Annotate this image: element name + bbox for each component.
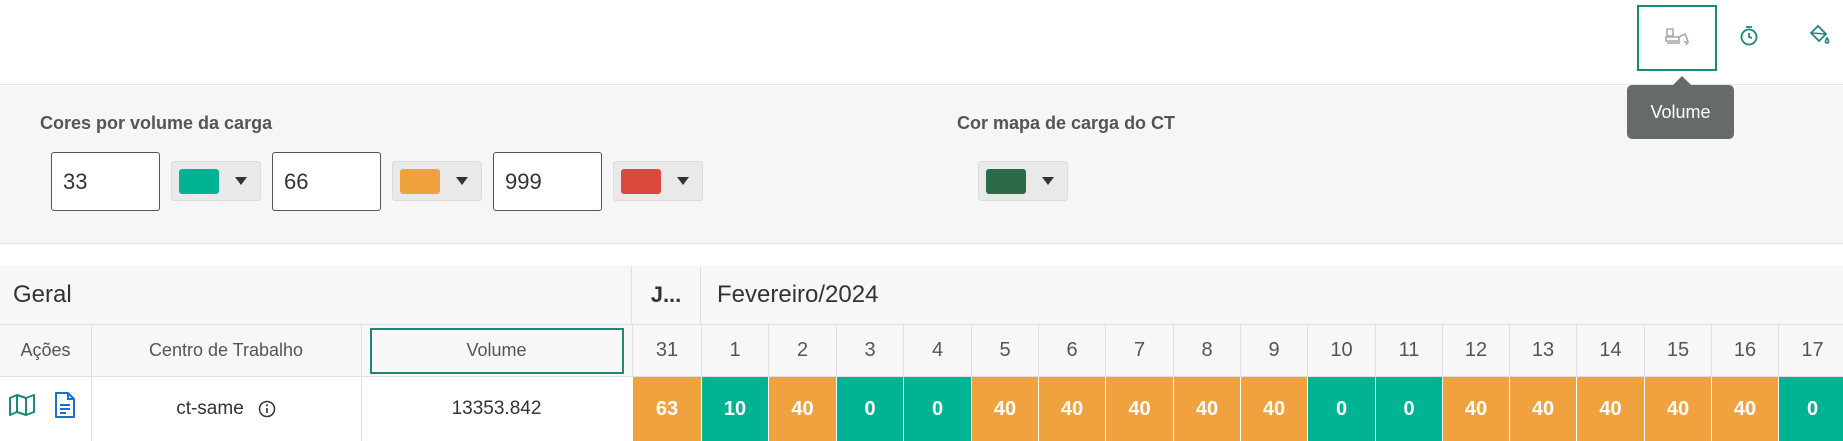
load-value-cell[interactable]: 40 <box>1173 377 1240 441</box>
day-header: 6 <box>1038 325 1105 377</box>
time-view-button[interactable] <box>1709 5 1789 71</box>
load-value-cell[interactable]: 0 <box>836 377 903 441</box>
load-value-cell[interactable]: 40 <box>1576 377 1644 441</box>
load-value-cell[interactable]: 40 <box>1509 377 1576 441</box>
day-header: 8 <box>1173 325 1240 377</box>
ct-color-label: Cor mapa de carga do CT <box>957 113 1176 133</box>
day-header: 3 <box>836 325 903 377</box>
load-value-cell[interactable]: 0 <box>1778 377 1843 441</box>
threshold-color-picker-1[interactable] <box>171 161 261 201</box>
column-header-actions[interactable]: Ações <box>0 325 91 377</box>
load-grid: Geral J... Fevereiro/2024 Ações Centro d… <box>0 266 1843 441</box>
work-center-cell: ct-same <box>91 377 361 441</box>
threshold-input-1[interactable] <box>51 152 160 211</box>
load-value-cell[interactable]: 40 <box>1240 377 1307 441</box>
dropdown-caret-icon <box>235 177 247 185</box>
load-value-cell[interactable]: 0 <box>903 377 971 441</box>
load-value-cell[interactable]: 63 <box>632 377 701 441</box>
day-header: 13 <box>1509 325 1576 377</box>
day-header: 16 <box>1711 325 1778 377</box>
threshold-input-2[interactable] <box>272 152 381 211</box>
color-map-button[interactable] <box>1779 5 1843 71</box>
day-header: 17 <box>1778 325 1843 377</box>
color-settings-panel: Cores por volume da carga Cor mapa de ca… <box>0 86 1843 244</box>
day-header: 7 <box>1105 325 1173 377</box>
month-header-prev: J... <box>632 266 701 325</box>
color-swatch <box>179 168 219 194</box>
threshold-color-picker-3[interactable] <box>613 161 703 201</box>
excavator-icon <box>1664 25 1690 52</box>
document-button[interactable] <box>50 391 80 423</box>
group-header-general: Geral <box>0 266 632 325</box>
load-value-cell[interactable]: 0 <box>1375 377 1442 441</box>
load-value-cell[interactable]: 40 <box>1038 377 1105 441</box>
column-header-volume[interactable]: Volume <box>369 327 624 374</box>
map-button[interactable] <box>7 391 37 423</box>
month-header-current: Fevereiro/2024 <box>701 266 1843 325</box>
document-icon <box>54 391 76 424</box>
info-icon[interactable] <box>258 400 276 418</box>
day-header: 14 <box>1576 325 1644 377</box>
volume-view-button[interactable] <box>1637 5 1717 71</box>
work-center-name: ct-same <box>176 398 244 419</box>
ct-color-picker[interactable] <box>978 161 1068 201</box>
day-header: 11 <box>1375 325 1442 377</box>
load-value-cell[interactable]: 10 <box>701 377 768 441</box>
day-header: 5 <box>971 325 1038 377</box>
dropdown-caret-icon <box>1042 177 1054 185</box>
color-swatch <box>400 168 440 194</box>
load-value-cell[interactable]: 40 <box>1442 377 1509 441</box>
threshold-input-3[interactable] <box>493 152 602 211</box>
column-header-work-center[interactable]: Centro de Trabalho <box>91 325 361 377</box>
threshold-color-picker-2[interactable] <box>392 161 482 201</box>
day-header: 1 <box>701 325 768 377</box>
load-value-cell[interactable]: 40 <box>1105 377 1173 441</box>
day-header: 15 <box>1644 325 1711 377</box>
volume-tooltip: Volume <box>1627 76 1734 139</box>
load-value-cell[interactable]: 40 <box>971 377 1038 441</box>
load-value-cell[interactable]: 0 <box>1307 377 1375 441</box>
day-header: 4 <box>903 325 971 377</box>
stopwatch-icon <box>1739 24 1759 53</box>
dropdown-caret-icon <box>456 177 468 185</box>
day-header: 10 <box>1307 325 1375 377</box>
load-value-cell[interactable]: 40 <box>1711 377 1778 441</box>
day-header: 12 <box>1442 325 1509 377</box>
column-header-volume-cell[interactable]: Volume <box>361 325 632 377</box>
paint-bucket-icon <box>1807 24 1831 53</box>
dropdown-caret-icon <box>677 177 689 185</box>
volume-cell: 13353.842 <box>451 398 542 419</box>
day-header: 31 <box>632 325 701 377</box>
load-value-cell[interactable]: 40 <box>768 377 836 441</box>
day-header: 9 <box>1240 325 1307 377</box>
volume-colors-label: Cores por volume da carga <box>40 113 273 133</box>
day-header: 2 <box>768 325 836 377</box>
map-icon <box>8 393 36 422</box>
color-swatch <box>621 168 661 194</box>
toolbar <box>0 0 1843 85</box>
load-value-cell[interactable]: 40 <box>1644 377 1711 441</box>
color-swatch <box>986 168 1026 194</box>
